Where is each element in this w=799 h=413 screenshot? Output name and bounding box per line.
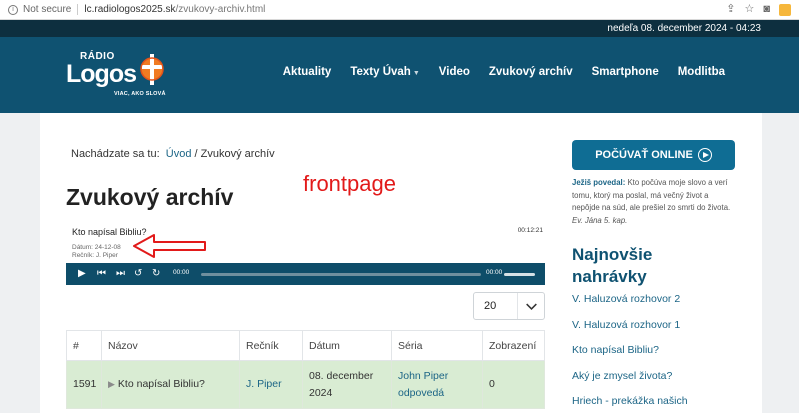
page-title: Zvukový archív	[66, 184, 234, 210]
table-header-row: # Názov Rečník Dátum Séria Zobrazení	[66, 330, 545, 361]
current-datetime: nedeľa 08. december 2024 - 04:23	[607, 23, 761, 34]
row-title-text: Kto napísal Bibliu?	[117, 378, 205, 390]
chevron-down-icon: ▼	[412, 70, 420, 77]
breadcrumb-separator: /	[194, 148, 198, 160]
scripture-quote: Ježiš povedal: Kto počúva moje slovo a v…	[572, 177, 736, 227]
latest-recordings-heading: Najnovšie nahrávky	[572, 245, 653, 286]
col-number: #	[66, 330, 102, 361]
archive-table: # Názov Rečník Dátum Séria Zobrazení 159…	[66, 330, 545, 409]
list-item[interactable]: V. Haluzová rozhovor 2	[572, 293, 688, 319]
breadcrumb-home[interactable]: Úvod	[166, 148, 192, 160]
previous-icon[interactable]: ⏮	[97, 267, 106, 281]
listen-online-button[interactable]: POČÚVAŤ ONLINE	[572, 140, 735, 170]
chevron-down-icon	[517, 293, 537, 319]
nav-texty-uvah[interactable]: Texty Úvah ▼	[350, 66, 419, 78]
row-date: 08. december 2024	[302, 360, 392, 409]
listen-online-label: POČÚVAŤ ONLINE	[595, 149, 693, 161]
player-progress-bar[interactable]	[201, 273, 481, 276]
annotation-arrow-icon	[133, 234, 206, 258]
breadcrumb-current: Zvukový archív	[200, 148, 275, 160]
list-item[interactable]: Hriech - prekážka našich	[572, 395, 688, 413]
row-series[interactable]: John Piper odpovedá	[391, 360, 483, 409]
col-series: Séria	[391, 330, 483, 361]
list-item[interactable]: Aký je zmysel života?	[572, 370, 688, 396]
browser-address-bar: i Not secure lc.radiologos2025.sk/zvukov…	[0, 0, 799, 20]
nav-modlitba[interactable]: Modlitba	[678, 66, 725, 78]
latest-recordings-list: V. Haluzová rozhovor 2 V. Haluzová rozho…	[572, 293, 688, 413]
breadcrumb: Nachádzate sa tu: Úvod / Zvukový archív	[71, 148, 275, 160]
skip-back-icon[interactable]: ↺	[134, 267, 142, 281]
url-path: /zvukovy-archiv.html	[175, 4, 266, 15]
player-duration: 00:12:21	[517, 227, 543, 234]
nav-smartphone[interactable]: Smartphone	[592, 66, 659, 78]
skip-forward-icon[interactable]: ↻	[152, 267, 160, 281]
share-icon[interactable]: ⇪	[726, 3, 735, 16]
nav-zvukovy-archiv[interactable]: Zvukový archív	[489, 66, 573, 78]
per-page-select[interactable]: 20	[473, 292, 545, 320]
url-domain: lc.radiologos2025.sk	[84, 4, 176, 15]
site-header: RÁDIO Logos VIAC, AKO SLOVÁ Aktuality Te…	[0, 37, 799, 113]
list-item[interactable]: V. Haluzová rozhovor 1	[572, 319, 688, 345]
divider	[77, 4, 79, 15]
row-title[interactable]: ▶ Kto napísal Bibliu?	[101, 360, 240, 409]
top-date-bar: nedeľa 08. december 2024 - 04:23	[0, 20, 799, 37]
nav-aktuality[interactable]: Aktuality	[283, 66, 332, 78]
annotation-frontpage: frontpage	[303, 171, 396, 196]
site-logo[interactable]: RÁDIO Logos VIAC, AKO SLOVÁ	[66, 51, 176, 101]
quote-author: Ježiš povedal:	[572, 178, 626, 187]
nav-texty-uvah-label: Texty Úvah	[350, 66, 411, 78]
browser-tools: ⇪ ☆ ◙	[726, 3, 791, 16]
extension-icon[interactable]	[779, 3, 791, 16]
col-date: Dátum	[302, 330, 392, 361]
row-speaker[interactable]: J. Piper	[239, 360, 303, 409]
col-title: Názov	[101, 330, 240, 361]
camera-icon[interactable]: ◙	[763, 3, 770, 16]
row-number: 1591	[66, 360, 102, 409]
player-speaker: Rečník: J. Piper	[72, 252, 118, 259]
col-views: Zobrazení	[482, 330, 545, 361]
list-item[interactable]: Kto napísal Bibliu?	[572, 344, 688, 370]
logo-logos-text: Logos	[66, 60, 137, 88]
breadcrumb-prefix: Nachádzate sa tu:	[71, 148, 160, 160]
player-volume-slider[interactable]	[504, 273, 535, 276]
next-icon[interactable]: ⏭	[116, 267, 125, 281]
player-current-time: 00:00	[173, 269, 190, 276]
security-label: Not secure	[23, 4, 72, 15]
logo-tagline: VIAC, AKO SLOVÁ	[114, 91, 166, 97]
player-date: Dátum: 24-12-08	[72, 244, 121, 251]
play-icon[interactable]: ▶	[78, 267, 86, 281]
audio-player: ▶ ⏮ ⏭ ↺ ↻ 00:00 00:00	[66, 263, 545, 285]
content-panel: Nachádzate sa tu: Úvod / Zvukový archív …	[40, 113, 762, 413]
nav-video[interactable]: Video	[439, 66, 470, 78]
logo-cross-icon	[140, 54, 164, 85]
player-total-time: 00:00	[486, 269, 503, 276]
row-views: 0	[482, 360, 545, 409]
main-nav: Aktuality Texty Úvah ▼ Video Zvukový arch…	[283, 66, 725, 78]
info-icon[interactable]: i	[8, 4, 18, 15]
play-icon[interactable]: ▶	[108, 379, 115, 389]
url-text[interactable]: lc.radiologos2025.sk/zvukovy-archiv.html	[84, 4, 265, 15]
per-page-value: 20	[484, 300, 497, 312]
quote-reference: Ev. Jána 5. kap.	[572, 215, 628, 225]
col-speaker: Rečník	[239, 330, 303, 361]
table-row[interactable]: 1591 ▶ Kto napísal Bibliu? J. Piper 08. d…	[66, 360, 545, 409]
star-icon[interactable]: ☆	[744, 3, 754, 16]
play-circle-icon	[697, 148, 712, 162]
